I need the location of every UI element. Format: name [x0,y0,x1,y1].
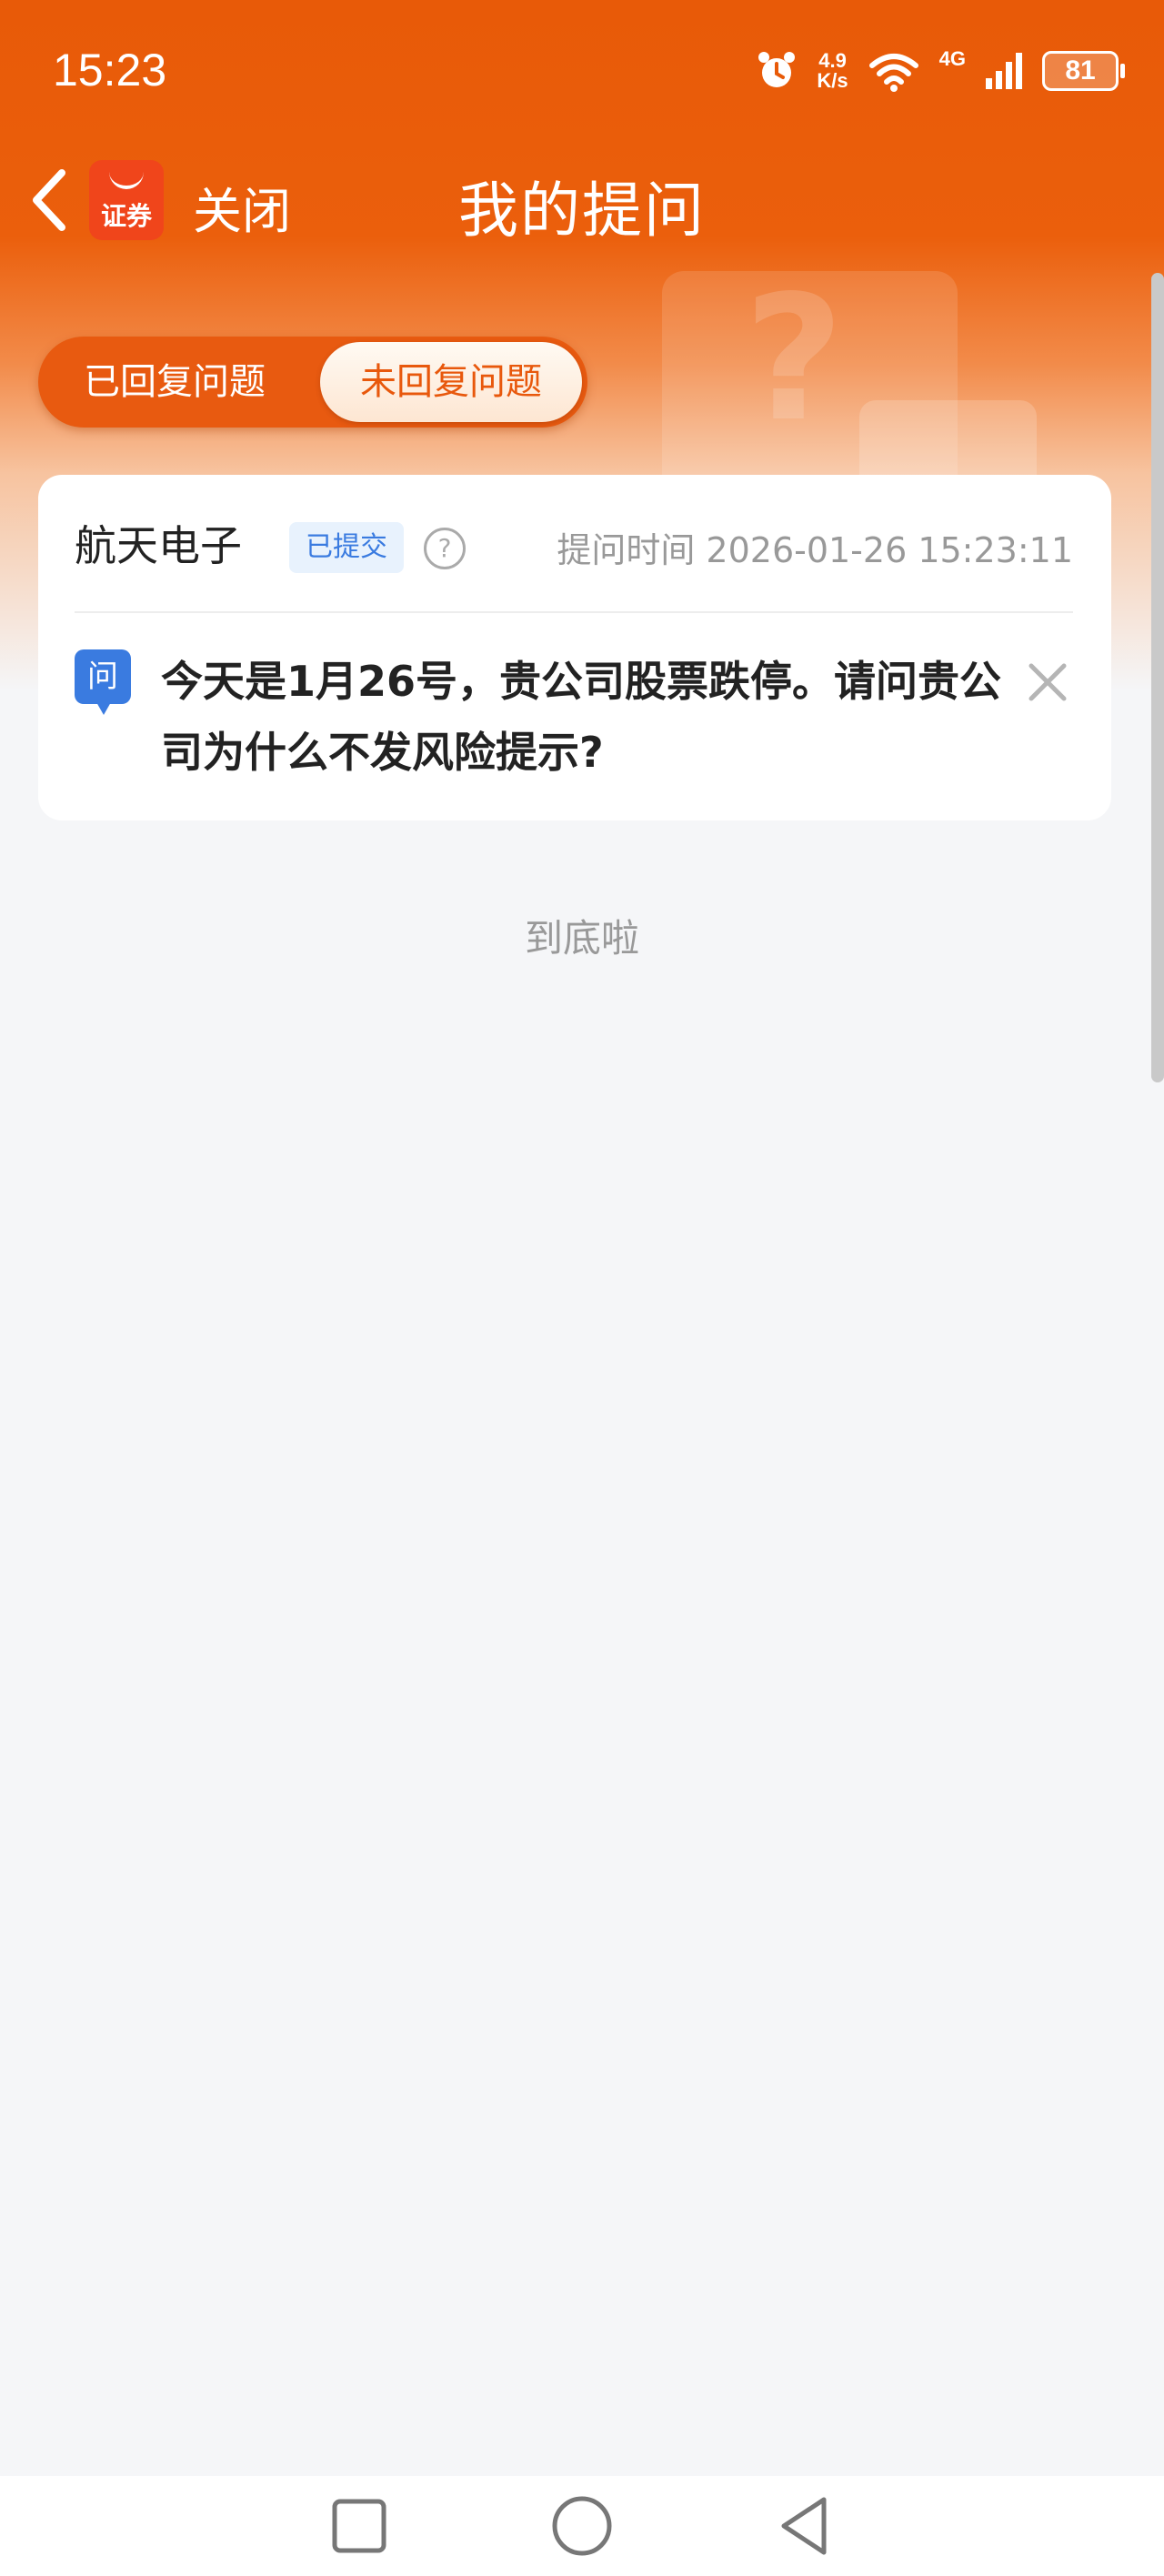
battery-icon: 81 [1042,51,1125,91]
system-nav-bar [0,2476,1164,2576]
question-badge-icon: 问 [75,649,131,715]
end-of-list-text: 到底啦 [524,916,639,961]
signal-icon [986,53,1022,89]
net-speed: 4.9 K/s [817,51,848,91]
ask-time: 提问时间 2026-01-26 15:23:11 [557,530,1073,570]
company-name: 航天电子 [75,521,242,570]
question-card[interactable]: 航天电子 已提交 ? 提问时间 2026-01-26 15:23:11 问 今天… [38,475,1111,820]
tab-unanswered[interactable]: 未回复问题 [320,342,582,422]
back-icon[interactable] [773,2494,837,2558]
status-time: 15:23 [53,45,167,96]
tab-bar: 已回复问题 未回复问题 [38,337,587,428]
tab-answered[interactable]: 已回复问题 [38,337,311,428]
alarm-icon [758,52,796,87]
net-speed-value: 4.9 [818,49,847,72]
decorative-question-mark-icon: ? [744,258,845,459]
page-title: 我的提问 [458,176,706,246]
scrollbar[interactable] [1151,273,1164,1082]
network-type: 4G [938,47,966,70]
home-icon[interactable] [550,2494,614,2558]
delete-icon[interactable] [1026,660,1069,704]
battery-level: 81 [1065,55,1096,86]
status-icons: 4.9 K/s 4G 81 [755,44,1125,98]
help-icon[interactable]: ? [424,528,466,569]
wifi-icon [868,54,918,92]
divider [75,611,1073,613]
net-speed-unit: K/s [817,69,848,92]
question-text: 今天是1月26号，贵公司股票跌停。请问贵公司为什么不发风险提示? [161,657,1002,777]
status-badge: 已提交 [289,522,404,573]
recent-apps-icon[interactable] [327,2494,391,2558]
